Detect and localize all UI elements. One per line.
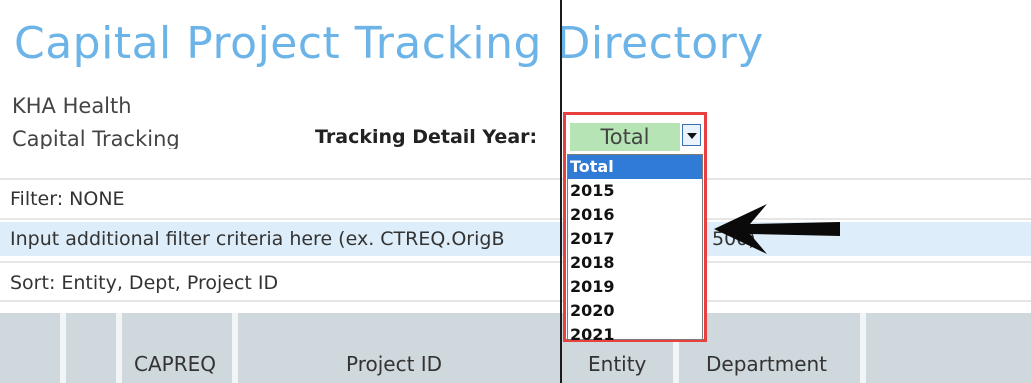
arrow-left-icon (714, 204, 840, 254)
page-title: Capital Project Tracking Directory (14, 18, 764, 69)
chevron-down-icon[interactable] (682, 124, 701, 146)
option-total[interactable]: Total (568, 155, 702, 179)
cursor-line (560, 0, 562, 383)
column-header-project-id[interactable]: Project ID (346, 352, 442, 376)
column-header-entity[interactable]: Entity (588, 352, 646, 376)
column-separator (116, 313, 122, 383)
option-2020[interactable]: 2020 (568, 299, 702, 323)
column-header-department[interactable]: Department (706, 352, 827, 376)
column-separator (860, 313, 866, 383)
divider (0, 218, 1031, 220)
tracking-year-select[interactable]: Total Total 2015 2016 2017 2018 2019 202… (563, 112, 707, 344)
divider (0, 300, 1031, 302)
column-header-capreq[interactable]: CAPREQ (134, 352, 216, 376)
option-2019[interactable]: 2019 (568, 275, 702, 299)
option-2018[interactable]: 2018 (568, 251, 702, 275)
column-separator (60, 313, 66, 383)
filter-criteria-placeholder: Input additional filter criteria here (e… (10, 228, 505, 250)
filter-criteria-input[interactable]: Input additional filter criteria here (e… (0, 222, 1031, 256)
divider (0, 261, 1031, 263)
module-name: Capital Tracking (12, 127, 180, 149)
tracking-detail-year-label: Tracking Detail Year: (315, 126, 538, 148)
filter-status: Filter: NONE (10, 188, 125, 210)
sort-status: Sort: Entity, Dept, Project ID (10, 272, 279, 294)
tracking-year-options: Total 2015 2016 2017 2018 2019 2020 2021 (567, 154, 703, 344)
option-2016[interactable]: 2016 (568, 203, 702, 227)
tracking-year-selected-value[interactable]: Total (570, 123, 680, 151)
organization-name: KHA Health (12, 94, 132, 118)
option-2015[interactable]: 2015 (568, 179, 702, 203)
option-2021[interactable]: 2021 (568, 323, 702, 347)
option-2017[interactable]: 2017 (568, 227, 702, 251)
divider (0, 178, 1031, 180)
column-separator (232, 313, 238, 383)
